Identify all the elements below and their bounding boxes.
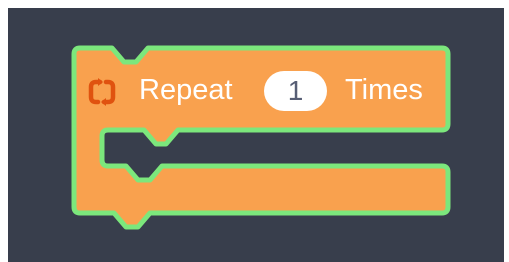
repeat-block[interactable] (0, 0, 509, 262)
repeat-count-input[interactable]: 1 (264, 71, 327, 111)
loop-arrows-icon (88, 78, 116, 106)
page-frame: Repeat 1 Times (0, 0, 509, 262)
repeat-label: Repeat (139, 74, 233, 106)
times-label: Times (345, 74, 423, 106)
